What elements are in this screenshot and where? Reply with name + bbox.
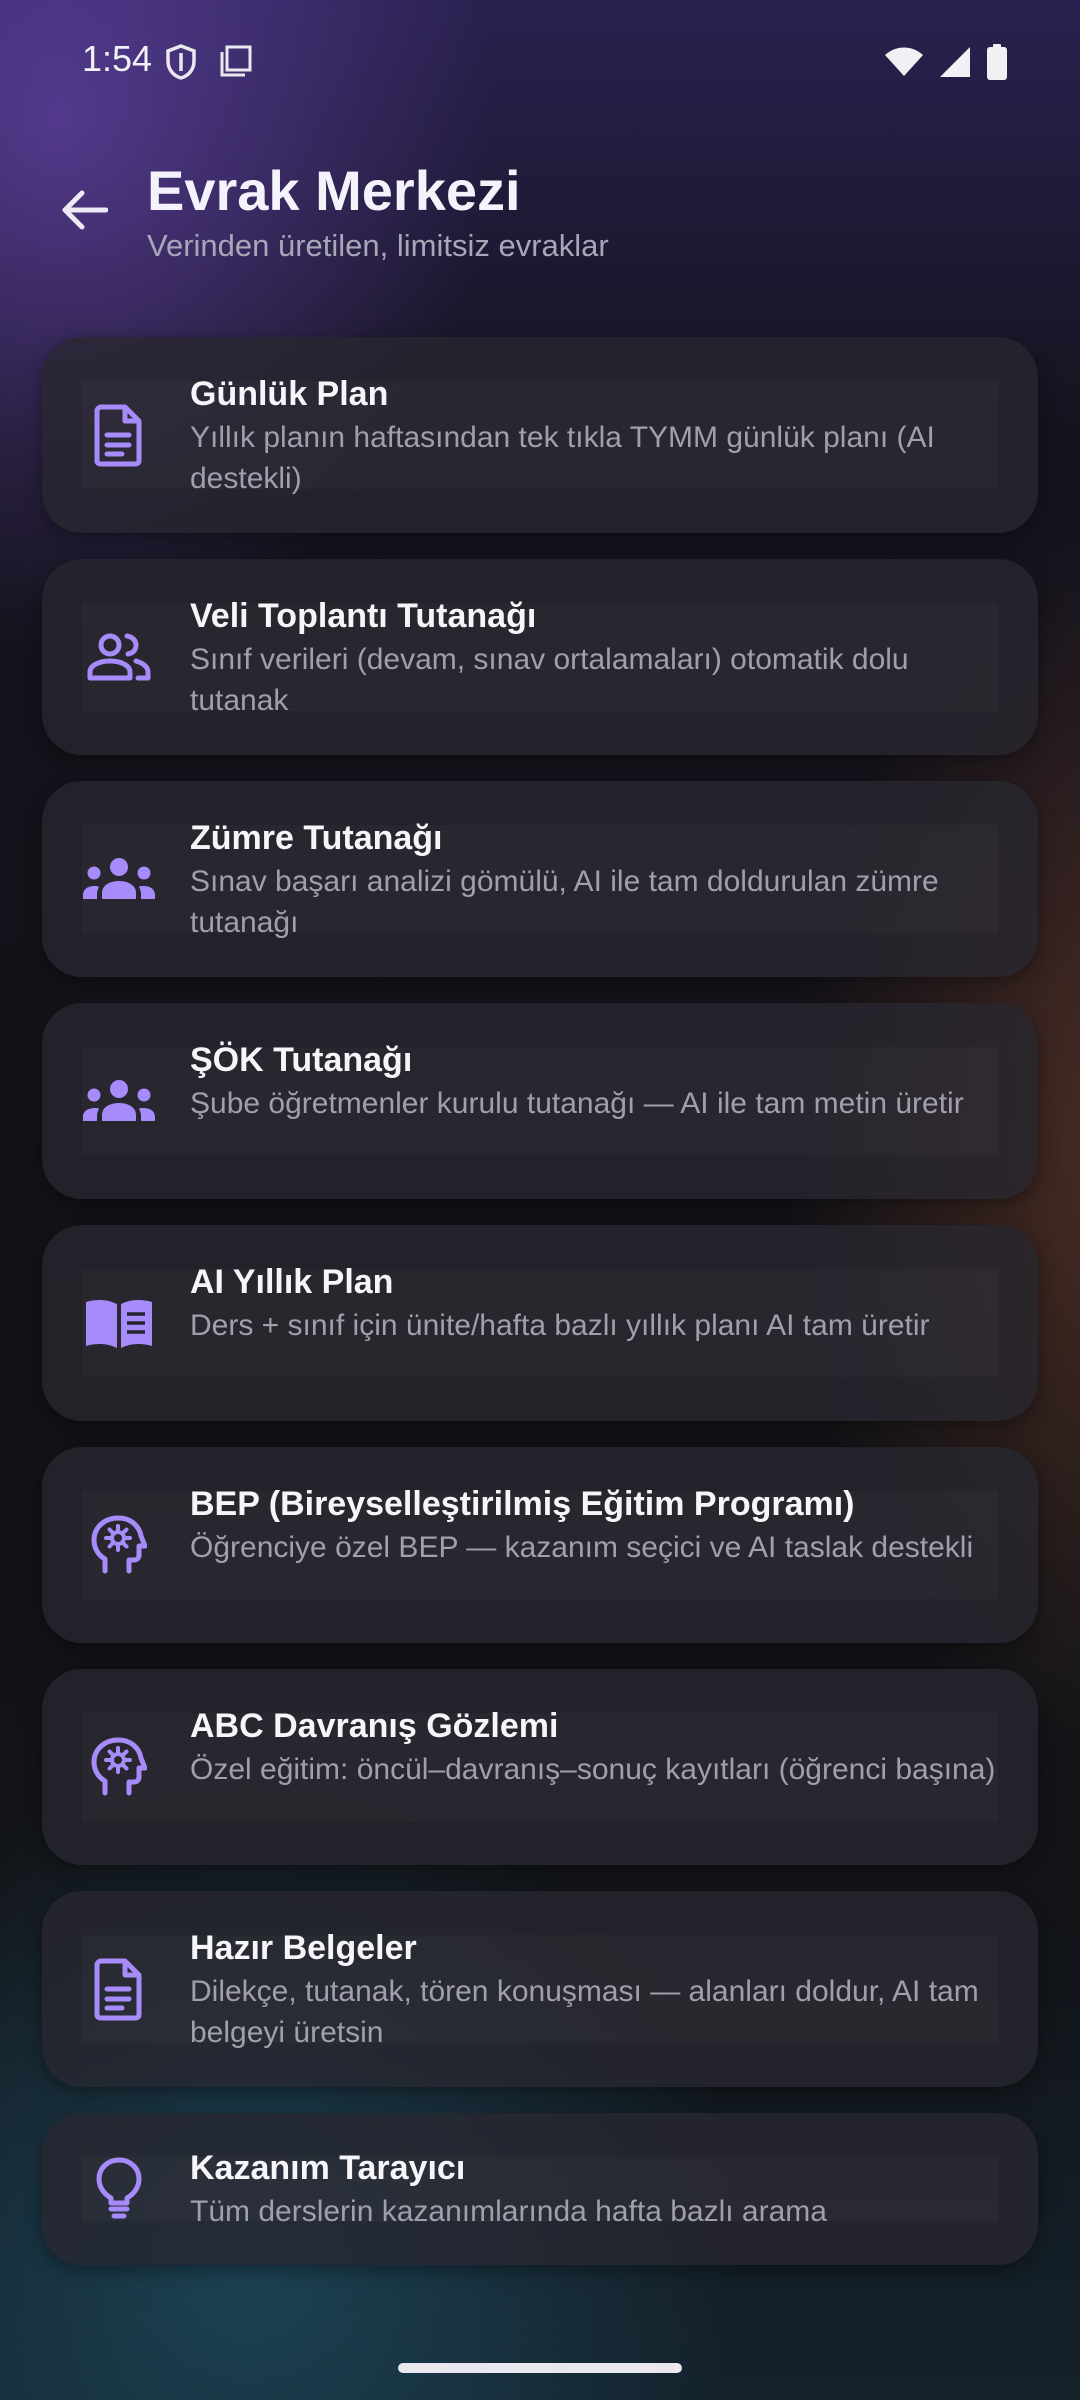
card-zumre-tutanagi[interactable]: Zümre Tutanağı Sınav başarı analizi gömü…: [42, 781, 1038, 977]
card-description: Dilekçe, tutanak, tören konuşması — alan…: [190, 1975, 979, 2049]
card-hazir-belgeler[interactable]: Hazır Belgeler Dilekçe, tutanak, tören k…: [42, 1891, 1038, 2087]
card-description: Tüm derslerin kazanımlarında hafta bazlı…: [190, 2195, 827, 2228]
page-subtitle: Verinden üretilen, limitsiz evraklar: [147, 228, 609, 263]
people-icon: [82, 559, 156, 755]
card-title: Kazanım Tarayıcı: [190, 2149, 466, 2187]
card-title: Günlük Plan: [190, 375, 389, 413]
arrow-back-icon: [60, 189, 108, 231]
document-icon: [82, 1891, 156, 2087]
card-title: BEP (Bireyselleştirilmiş Eğitim Programı…: [190, 1485, 855, 1523]
card-title: Zümre Tutanağı: [190, 819, 443, 857]
card-description: Sınıf verileri (devam, sınav ortalamalar…: [190, 643, 909, 717]
card-description: Yıllık planın haftasından tek tıkla TYMM…: [190, 421, 935, 495]
psychology-icon: [82, 1447, 156, 1643]
card-kazanim-tarayici[interactable]: Kazanım Tarayıcı Tüm derslerin kazanımla…: [42, 2113, 1038, 2265]
back-button[interactable]: [52, 178, 116, 242]
document-icon: [82, 337, 156, 533]
groups-icon: [82, 781, 156, 977]
card-bep[interactable]: BEP (Bireyselleştirilmiş Eğitim Programı…: [42, 1447, 1038, 1643]
groups-icon: [82, 1003, 156, 1199]
shield-icon: [165, 44, 197, 80]
card-veli-toplanti-tutanagi[interactable]: Veli Toplantı Tutanağı Sınıf verileri (d…: [42, 559, 1038, 755]
card-abc-davranis-gozlemi[interactable]: ABC Davranış Gözlemi Özel eğitim: öncül–…: [42, 1669, 1038, 1865]
card-title: Hazır Belgeler: [190, 1929, 417, 1967]
card-description: Öğrenciye özel BEP — kazanım seçici ve A…: [190, 1531, 974, 1564]
document-card-list: Günlük Plan Yıllık planın haftasından te…: [42, 337, 1038, 2291]
card-title: Veli Toplantı Tutanağı: [190, 597, 537, 635]
battery-icon: [986, 44, 1008, 80]
cellular-signal-icon: [938, 45, 972, 79]
card-description: Sınav başarı analizi gömülü, AI ile tam …: [190, 865, 939, 939]
lightbulb-icon: [82, 2113, 156, 2265]
app-header: Evrak Merkezi Verinden üretilen, limitsi…: [0, 150, 1080, 280]
card-title: AI Yıllık Plan: [190, 1263, 394, 1301]
page-title: Evrak Merkezi: [147, 159, 521, 222]
home-indicator[interactable]: [398, 2363, 682, 2373]
status-time: 1:54: [82, 38, 153, 79]
status-bar: 1:54: [0, 0, 1080, 128]
card-gunluk-plan[interactable]: Günlük Plan Yıllık planın haftasından te…: [42, 337, 1038, 533]
open-book-icon: [82, 1225, 156, 1421]
card-description: Ders + sınıf için ünite/hafta bazlı yıll…: [190, 1309, 930, 1342]
screen-icon: [219, 44, 253, 80]
card-description: Şube öğretmenler kurulu tutanağı — AI il…: [190, 1087, 964, 1120]
card-sok-tutanagi[interactable]: ŞÖK Tutanağı Şube öğretmenler kurulu tut…: [42, 1003, 1038, 1199]
card-ai-yillik-plan[interactable]: AI Yıllık Plan Ders + sınıf için ünite/h…: [42, 1225, 1038, 1421]
card-title: ŞÖK Tutanağı: [190, 1041, 413, 1079]
card-description: Özel eğitim: öncül–davranış–sonuç kayıtl…: [190, 1753, 996, 1786]
psychology-icon: [82, 1669, 156, 1865]
wifi-icon: [884, 46, 924, 78]
card-title: ABC Davranış Gözlemi: [190, 1707, 559, 1745]
